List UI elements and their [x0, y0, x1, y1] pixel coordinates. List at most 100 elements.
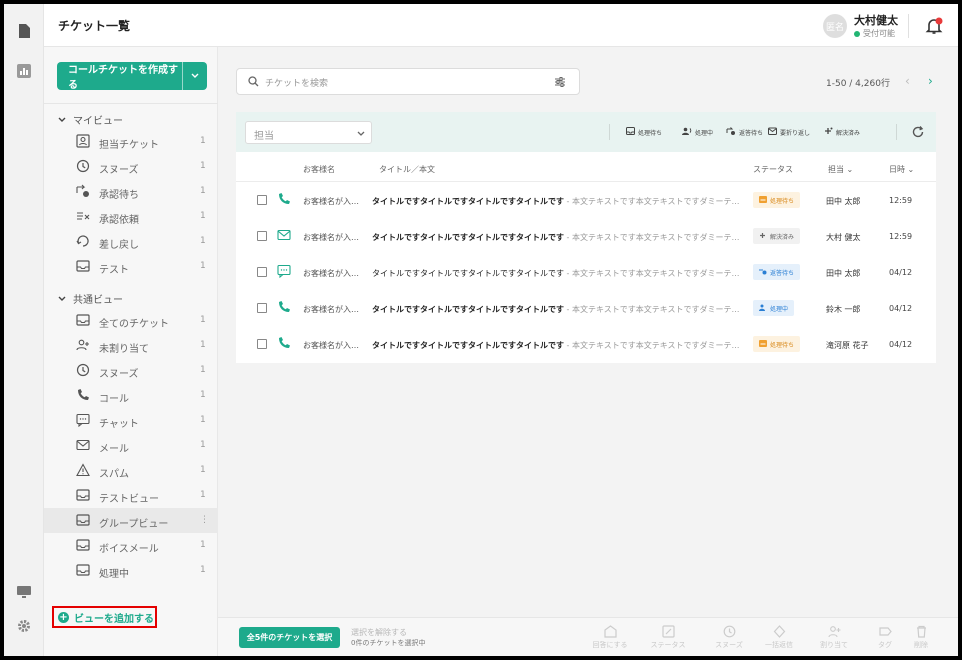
sidebar-section-title: マイビュー	[73, 116, 123, 127]
table-row[interactable]: お客様名が入… タイトルですタイトルですタイトルですタイトルです - 本文テキスト…	[236, 254, 936, 290]
col-title[interactable]: タイトル／本文	[379, 164, 435, 175]
prev-page-chevron-icon[interactable]: ‹	[905, 74, 910, 88]
status-filter-button[interactable]: 処理待ち	[626, 127, 662, 137]
row-checkbox[interactable]	[257, 231, 267, 241]
table-row[interactable]: お客様名が入… タイトルですタイトルですタイトルですタイトルです - 本文テキスト…	[236, 290, 936, 326]
sidebar-item[interactable]: コール 1	[44, 383, 218, 408]
selected-count: 0件のチケットを選択中	[351, 639, 426, 647]
sidebar-item[interactable]: ボイスメール 1	[44, 533, 218, 558]
sidebar-item-label: 処理中	[99, 569, 129, 580]
table-row[interactable]: お客様名が入… タイトルですタイトルですタイトルですタイトルです - 本文テキスト…	[236, 326, 936, 362]
row-checkbox[interactable]	[257, 339, 267, 349]
bulk-action-label: 削除	[914, 641, 928, 649]
settings-gear-icon[interactable]	[16, 618, 32, 634]
row-checkbox[interactable]	[257, 267, 267, 277]
customer-name: お客様名が入…	[303, 269, 359, 278]
ticket-title[interactable]: タイトルですタイトルですタイトルですタイトルです - 本文テキストです本文テキス…	[372, 304, 744, 315]
bulk-action-button[interactable]: ステータス	[641, 625, 695, 653]
sidebar-item[interactable]: チャット 1	[44, 408, 218, 433]
sidebar-item[interactable]: テスト 1	[44, 254, 218, 279]
assignee-filter-select[interactable]: 担当	[245, 121, 372, 144]
bulk-action-button[interactable]: 回答にする	[583, 625, 637, 653]
sidebar-divider	[44, 103, 218, 104]
ticket-title[interactable]: タイトルですタイトルですタイトルですタイトルです - 本文テキストです本文テキス…	[372, 268, 744, 279]
sidebar-item[interactable]: スヌーズ 1	[44, 358, 218, 383]
ticket-title-text: タイトルですタイトルですタイトルですタイトルです	[372, 233, 564, 242]
status-badge: 返答待ち	[753, 264, 801, 280]
row-checkbox[interactable]	[257, 195, 267, 205]
bulk-action-button[interactable]: 削除	[894, 625, 948, 653]
bulk-action-button[interactable]: スヌーズ	[702, 625, 756, 653]
document-icon[interactable]	[16, 23, 32, 39]
col-customer[interactable]: お客様名	[303, 164, 335, 175]
status-filter-button[interactable]: 処理中	[682, 127, 713, 137]
sidebar-item[interactable]: 処理中 1	[44, 558, 218, 583]
col-status[interactable]: ステータス	[753, 164, 793, 175]
status-filter-button[interactable]: 返答待ち	[726, 127, 763, 137]
create-call-ticket-button[interactable]: コールチケットを作成する	[57, 62, 207, 91]
sidebar-item[interactable]: スヌーズ 1	[44, 154, 218, 179]
sidebar-item-label: 全てのチケット	[99, 319, 169, 330]
clear-selection-link[interactable]: 選択を解除する	[351, 627, 407, 638]
toolbar-divider	[609, 124, 610, 140]
sidebar-item[interactable]: メール 1	[44, 433, 218, 458]
sidebar-item[interactable]: グループビュー ⋮	[44, 508, 218, 533]
bulk-action-button[interactable]: 割り当て	[807, 625, 861, 653]
table-row[interactable]: お客様名が入… タイトルですタイトルですタイトルですタイトルです - 本文テキスト…	[236, 182, 936, 218]
col-datetime[interactable]: 日時 ⌄	[889, 164, 914, 175]
sidebar-item[interactable]: スパム 1	[44, 458, 218, 483]
status-badge-icon	[759, 268, 767, 277]
sidebar-item[interactable]: テストビュー 1	[44, 483, 218, 508]
sidebar-item[interactable]: 承認依頼 1	[44, 204, 218, 229]
status-badge-icon	[759, 232, 767, 241]
status-dot-icon	[854, 30, 860, 37]
search-input[interactable]: チケットを検索	[236, 68, 580, 95]
sidebar-section-header[interactable]: 共通ビュー	[58, 291, 123, 306]
sidebar-item[interactable]: 差し戻し 1	[44, 229, 218, 254]
inbox-icon	[76, 488, 91, 503]
row-checkbox[interactable]	[257, 303, 267, 313]
sidebar-item[interactable]: 全てのチケット 1	[44, 308, 218, 333]
inbox-icon	[76, 538, 91, 553]
status-filter-icon	[726, 127, 736, 137]
phone-icon	[76, 388, 91, 403]
bulk-action-button[interactable]: 一括返信	[752, 625, 806, 653]
assignee-name: 田中 太郎	[826, 269, 861, 278]
sidebar-item-count: 1	[200, 365, 206, 375]
report-icon[interactable]	[16, 63, 32, 79]
ticket-body-preview: - 本文テキストです本文テキストですダミーテ…	[564, 197, 740, 206]
main-content: チケットを検索 1-50 / 4,260行 ‹ › 担当 処理待ち 処理中 返答待ち…	[218, 47, 958, 617]
sidebar-item-count: 1	[200, 211, 206, 221]
phone-green-icon	[277, 300, 291, 314]
select-all-button[interactable]: 全5件のチケットを選択	[239, 627, 340, 648]
sidebar-item[interactable]: 承認待ち 1	[44, 179, 218, 204]
status-filter-button[interactable]: 解決済み	[824, 127, 860, 137]
status-badge-icon	[759, 339, 767, 349]
sidebar-item-label: ボイスメール	[99, 544, 159, 555]
chevron-down-icon	[58, 117, 66, 122]
notification-bell-icon[interactable]	[924, 16, 944, 36]
status-badge: 解決済み	[753, 228, 801, 244]
status-badge: 処理待ち	[753, 192, 801, 208]
status-filter-button[interactable]: 要折り返し	[768, 127, 810, 137]
table-row[interactable]: お客様名が入… タイトルですタイトルですタイトルですタイトルです - 本文テキスト…	[236, 218, 936, 254]
sidebar-item-count: 1	[200, 236, 206, 246]
monitor-icon[interactable]	[16, 584, 32, 600]
ticket-title[interactable]: タイトルですタイトルですタイトルですタイトルです - 本文テキストです本文テキス…	[372, 232, 744, 243]
pagination-range: 1-50 / 4,260行	[826, 79, 890, 89]
add-view-button[interactable]: + ビューを追加する	[52, 606, 157, 628]
status-badge: 処理中	[753, 300, 795, 316]
refresh-icon[interactable]	[911, 124, 925, 138]
next-page-chevron-icon[interactable]: ›	[928, 74, 933, 88]
ticket-title[interactable]: タイトルですタイトルですタイトルですタイトルです - 本文テキストです本文テキス…	[372, 196, 744, 207]
col-assignee[interactable]: 担当 ⌄	[828, 164, 853, 175]
create-dropdown-toggle[interactable]	[182, 62, 207, 90]
ticket-title-text: タイトルですタイトルですタイトルですタイトルです	[372, 305, 564, 314]
sidebar-item[interactable]: 担当チケット 1	[44, 129, 218, 154]
sidebar-section-header[interactable]: マイビュー	[58, 112, 123, 127]
ticket-title[interactable]: タイトルですタイトルですタイトルですタイトルです - 本文テキストです本文テキス…	[372, 340, 744, 351]
avatar[interactable]: 匿名	[823, 14, 847, 38]
user-status[interactable]: 受付可能	[854, 28, 895, 39]
sidebar-item[interactable]: 未割り当て 1	[44, 333, 218, 358]
sidebar-item-label: スパム	[99, 469, 129, 480]
